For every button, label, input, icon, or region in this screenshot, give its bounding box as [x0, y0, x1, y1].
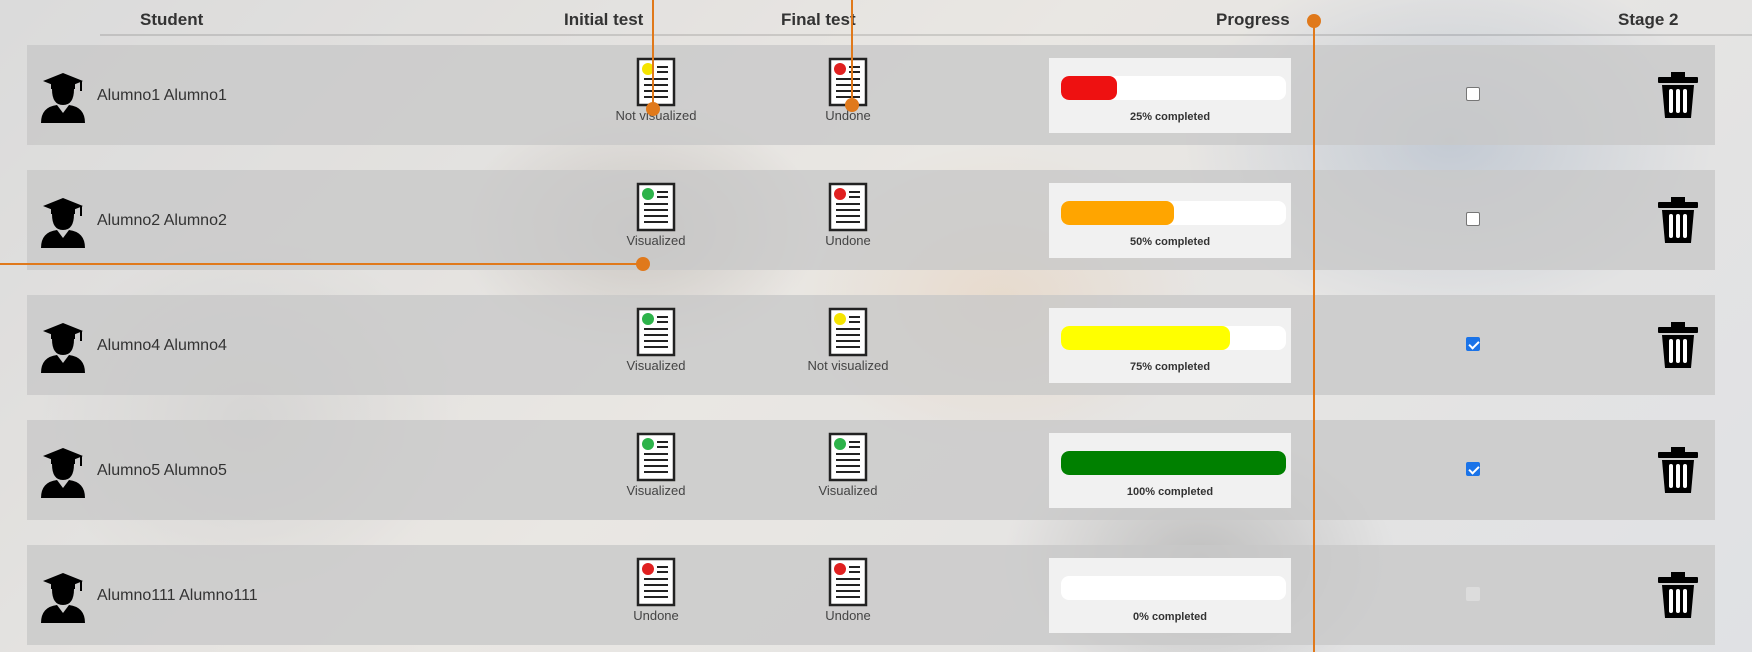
final-test-status[interactable]: Undone — [818, 182, 878, 248]
progress-track — [1061, 76, 1286, 100]
progress-box: 0% completed — [1049, 558, 1291, 633]
annotation-dot — [845, 98, 859, 112]
progress-bar-fill — [1061, 201, 1174, 225]
initial-test-document-icon — [626, 432, 686, 482]
table-header: Student Initial test Final test Progress… — [0, 0, 1752, 40]
progress-label: 100% completed — [1126, 486, 1214, 498]
initial-test-document-icon — [626, 57, 686, 107]
final-test-label: Visualized — [818, 483, 878, 498]
stage2-checkbox[interactable] — [1466, 337, 1480, 351]
initial-test-label: Visualized — [626, 358, 686, 373]
table-row: Alumno111 Alumno111 Undone Undone 0% comple… — [27, 545, 1715, 645]
progress-box: 100% completed — [1049, 433, 1291, 508]
student-name: Alumno5 Alumno5 — [97, 462, 227, 479]
table-row: Alumno4 Alumno4 Visualized Not visualized 7… — [27, 295, 1715, 395]
final-test-label: Not visualized — [807, 358, 889, 373]
final-test-document-icon — [818, 432, 878, 482]
progress-box: 50% completed — [1049, 183, 1291, 258]
header-underline — [100, 34, 1752, 36]
annotation-line — [652, 0, 654, 108]
final-test-document-icon — [818, 307, 878, 357]
student-avatar-icon — [37, 571, 89, 623]
final-test-label: Undone — [825, 608, 871, 623]
header-student: Student — [140, 10, 204, 29]
initial-test-document-icon — [626, 557, 686, 607]
initial-test-label: Undone — [633, 608, 679, 623]
delete-trash-icon[interactable] — [1657, 197, 1699, 248]
final-test-status[interactable]: Undone — [818, 557, 878, 623]
progress-bar-fill — [1061, 326, 1230, 350]
stage2-checkbox[interactable] — [1466, 87, 1480, 101]
delete-trash-icon[interactable] — [1657, 572, 1699, 623]
table-row: Alumno5 Alumno5 Visualized Visualized 100% … — [27, 420, 1715, 520]
delete-trash-icon[interactable] — [1657, 447, 1699, 498]
student-avatar-icon — [37, 321, 89, 373]
progress-track — [1061, 451, 1286, 475]
student-name: Alumno4 Alumno4 — [97, 337, 227, 354]
annotation-dot — [646, 102, 660, 116]
annotation-line — [0, 263, 642, 265]
progress-label: 75% completed — [1129, 361, 1211, 373]
progress-label: 50% completed — [1129, 236, 1211, 248]
table-row: Alumno1 Alumno1 Not visualized Undone 25% c… — [27, 45, 1715, 145]
final-test-status[interactable]: Undone — [818, 57, 878, 123]
progress-track — [1061, 576, 1286, 600]
annotation-dot — [636, 257, 650, 271]
progress-track — [1061, 326, 1286, 350]
delete-trash-icon[interactable] — [1657, 322, 1699, 373]
initial-test-status[interactable]: Visualized — [626, 432, 686, 498]
student-avatar-icon — [37, 71, 89, 123]
initial-test-document-icon — [626, 182, 686, 232]
annotation-line — [1313, 21, 1315, 652]
header-final-test: Final test — [781, 10, 856, 29]
progress-box: 75% completed — [1049, 308, 1291, 383]
progress-bar-fill — [1061, 76, 1118, 100]
annotation-line — [851, 0, 853, 105]
final-test-document-icon — [818, 182, 878, 232]
header-progress: Progress — [1216, 10, 1290, 29]
table-row: Alumno2 Alumno2 Visualized Undone 50% compl… — [27, 170, 1715, 270]
initial-test-label: Visualized — [626, 233, 686, 248]
delete-trash-icon[interactable] — [1657, 72, 1699, 123]
initial-test-status[interactable]: Visualized — [626, 182, 686, 248]
student-name: Alumno2 Alumno2 — [97, 212, 227, 229]
student-name: Alumno1 Alumno1 — [97, 87, 227, 104]
student-avatar-icon — [37, 196, 89, 248]
progress-bar-fill — [1061, 451, 1286, 475]
stage2-checkbox[interactable] — [1466, 212, 1480, 226]
initial-test-status[interactable]: Visualized — [626, 307, 686, 373]
final-test-status[interactable]: Not visualized — [808, 307, 888, 373]
initial-test-document-icon — [626, 307, 686, 357]
initial-test-label: Visualized — [626, 483, 686, 498]
initial-test-status[interactable]: Undone — [626, 557, 686, 623]
student-avatar-icon — [37, 446, 89, 498]
stage2-checkbox[interactable] — [1466, 462, 1480, 476]
progress-label: 25% completed — [1129, 111, 1211, 123]
progress-label: 0% completed — [1133, 611, 1207, 623]
header-initial-test: Initial test — [564, 10, 644, 29]
stage2-checkbox — [1466, 587, 1480, 601]
header-stage2: Stage 2 — [1618, 10, 1679, 29]
progress-box: 25% completed — [1049, 58, 1291, 133]
final-test-label: Undone — [825, 233, 871, 248]
final-test-document-icon — [818, 557, 878, 607]
final-test-status[interactable]: Visualized — [818, 432, 878, 498]
student-name: Alumno111 Alumno111 — [97, 587, 258, 604]
progress-track — [1061, 201, 1286, 225]
